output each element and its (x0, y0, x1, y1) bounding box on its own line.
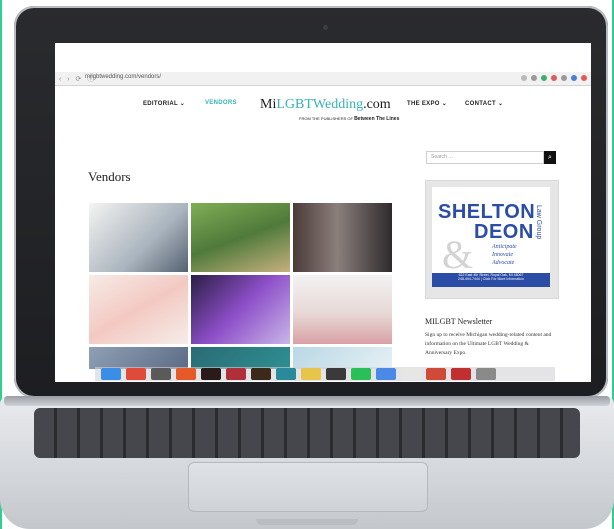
menu-icon[interactable] (581, 75, 587, 81)
app-icon[interactable] (426, 368, 446, 380)
page-title: Vendors (88, 169, 131, 184)
ad-law-group: Law Group (535, 205, 542, 240)
calendar-icon[interactable] (126, 368, 146, 380)
nav-contact[interactable]: CONTACT ⌄ (465, 100, 503, 107)
notes-icon[interactable] (301, 368, 321, 380)
logo-sub-brand: Between The Lines (354, 116, 400, 122)
newsletter-title: MILGBT Newsletter (425, 317, 493, 326)
laptop-trackpad (188, 462, 428, 512)
vendor-tile-image[interactable] (191, 203, 290, 272)
logo-accent: LGBTWedding (276, 97, 364, 112)
os-dock (95, 367, 555, 381)
extension-icon[interactable] (551, 75, 557, 81)
browser-tab-bar (55, 43, 591, 72)
ad-phone: 248-494-7444 | Click For More Informatio… (458, 277, 524, 281)
vendor-tile-image[interactable] (89, 275, 188, 344)
laptop-hinge (4, 396, 610, 406)
settings-icon[interactable] (151, 368, 171, 380)
nav-editorial[interactable]: EDITORIAL ⌄ (143, 100, 185, 107)
sidebar-ad-banner[interactable]: SHELTON & DEON Law Group Anticipate Inno… (425, 180, 559, 299)
app-icon[interactable] (376, 368, 396, 380)
vendor-tile-image[interactable] (191, 347, 290, 369)
camera-icon (323, 25, 328, 30)
laptop-keyboard (34, 408, 580, 458)
extension-icon[interactable] (571, 75, 577, 81)
app-icon[interactable] (226, 368, 246, 380)
ad-contact-strip: 622 East 4th Street, Royal Oak, MI 48067… (432, 273, 550, 287)
url-field[interactable]: milgbtwedding.com/vendors/ (85, 74, 161, 80)
browser-extensions (521, 75, 587, 81)
search-icon[interactable]: ⌕ (544, 151, 556, 164)
ad-tag3: Advocate (492, 260, 515, 266)
ad-tag1: Anticipate (492, 244, 517, 250)
app-icon[interactable] (251, 368, 271, 380)
logo-sub-text: FROM THE PUBLISHERS OF (299, 116, 353, 121)
site-logo[interactable]: MiLGBTWedding.com (260, 97, 391, 113)
vendor-tile-image[interactable] (191, 275, 290, 344)
star-icon[interactable] (521, 75, 527, 81)
ad-tag2: Innovate (492, 252, 513, 258)
search-placeholder: Search … (431, 154, 454, 160)
laptop-front-notch (256, 519, 358, 525)
laptop-screen: ‹ › ⟳ ⓘ milgbtwedding.com/vendors/ EDITO… (55, 43, 591, 382)
app-icon[interactable] (176, 368, 196, 380)
nav-the-expo[interactable]: THE EXPO ⌄ (407, 100, 447, 107)
trash-icon[interactable] (476, 368, 496, 380)
vendor-tile-image[interactable] (89, 347, 188, 369)
newsletter-text: Sign up to receive Michigan wedding-rela… (425, 332, 552, 356)
vendor-tile-image[interactable] (89, 203, 188, 272)
ad-content: SHELTON & DEON Law Group Anticipate Inno… (432, 187, 550, 287)
browser-address-bar: ‹ › ⟳ ⓘ milgbtwedding.com/vendors/ (55, 72, 591, 86)
logo-prefix: Mi (260, 97, 277, 112)
logo-suffix: .com (363, 97, 391, 112)
nav-vendors[interactable]: VENDORS (205, 100, 237, 106)
ad-line2: DEON (474, 221, 534, 243)
spotify-icon[interactable] (351, 368, 371, 380)
finder-icon[interactable] (101, 368, 121, 380)
vendor-tile-image[interactable] (293, 275, 392, 344)
extension-icon[interactable] (561, 75, 567, 81)
logo-subtitle: FROM THE PUBLISHERS OF Between The Lines (299, 116, 399, 122)
terminal-icon[interactable] (326, 368, 346, 380)
app-icon[interactable] (201, 368, 221, 380)
vendor-tile-image[interactable] (293, 347, 392, 369)
laptop-lid: ‹ › ⟳ ⓘ milgbtwedding.com/vendors/ EDITO… (14, 6, 608, 398)
vendor-tile-image[interactable] (293, 203, 392, 272)
app-icon[interactable] (401, 368, 421, 380)
search-input[interactable]: Search … (426, 151, 544, 164)
extension-icon[interactable] (531, 75, 537, 81)
ad-ampersand: & (442, 232, 474, 277)
app-icon[interactable] (276, 368, 296, 380)
extension-icon[interactable] (541, 75, 547, 81)
app-icon[interactable] (451, 368, 471, 380)
